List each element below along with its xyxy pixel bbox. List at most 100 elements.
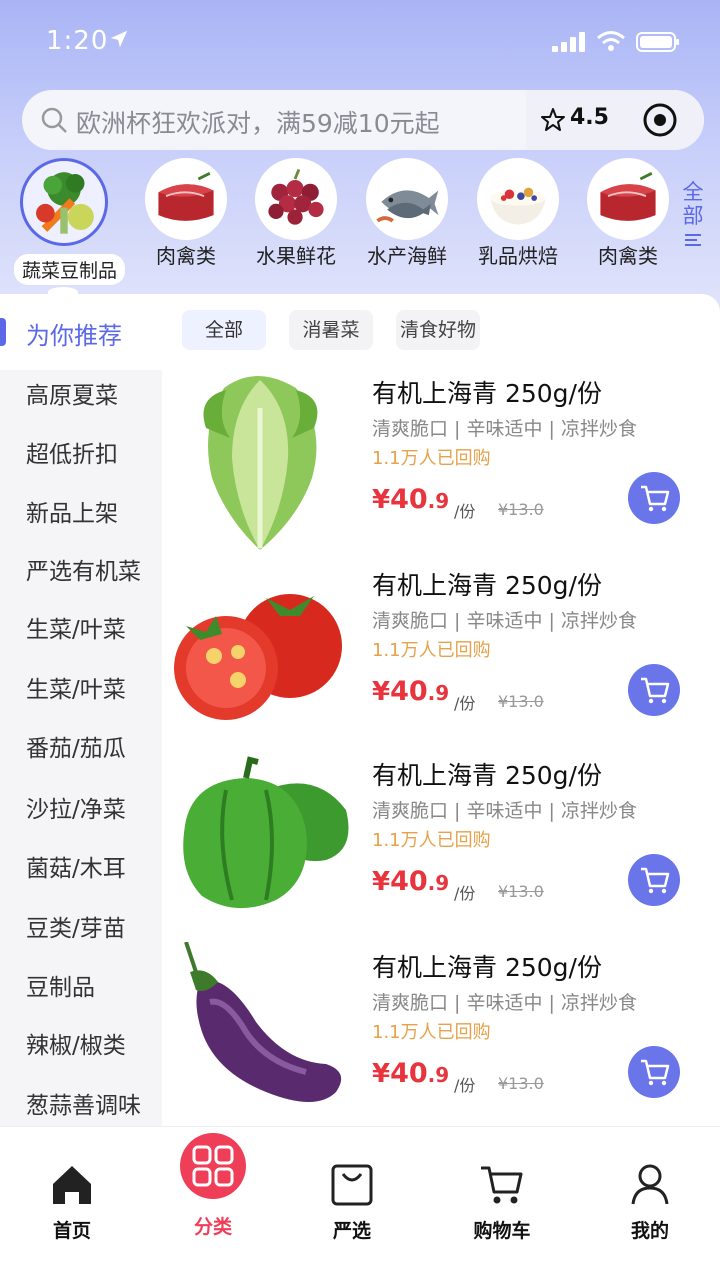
filter-chip-all[interactable]: 全部 (182, 310, 266, 350)
sidebar-item[interactable]: 生菜/叶菜 (26, 610, 126, 644)
sidebar-item[interactable]: 高原夏菜 (26, 376, 118, 410)
record-icon[interactable] (642, 102, 678, 138)
product-card[interactable]: 有机上海青 250g/份 清爽脆口 | 辛味适中 | 凉拌炒食 1.1万人已回购… (162, 560, 720, 750)
tab-cart[interactable]: 购物车 (452, 1162, 552, 1243)
active-indicator (0, 318, 6, 346)
tab-profile[interactable]: 我的 (600, 1162, 700, 1243)
sidebar-item[interactable]: 豆制品 (26, 968, 95, 1002)
category-image (20, 158, 108, 246)
rating-value: 4.5 (570, 105, 609, 130)
cart-icon (641, 677, 670, 704)
sidebar-item-recommend[interactable]: 为你推荐 (0, 294, 162, 370)
tab-label: 严选 (332, 1220, 371, 1242)
tab-category-circle[interactable] (180, 1133, 246, 1199)
search-placeholder[interactable]: 欧洲杯狂欢派对，满59减10元起 (76, 104, 440, 140)
price-currency: ¥ (372, 867, 391, 897)
price-currency: ¥ (372, 1059, 391, 1089)
product-card[interactable]: 有机上海青 250g/份 清爽脆口 | 辛味适中 | 凉拌炒食 1.1万人已回购… (162, 750, 720, 940)
original-price: ¥13.0 (498, 500, 544, 519)
product-card[interactable]: 有机上海青 250g/份 清爽脆口 | 辛味适中 | 凉拌炒食 1.1万人已回购… (162, 368, 720, 558)
category-image (477, 158, 559, 240)
category-label: 水果鲜花 (256, 244, 336, 268)
sidebar-item[interactable]: 生菜/叶菜 (26, 670, 126, 704)
category-image (145, 158, 227, 240)
vegetables-icon (36, 172, 94, 234)
tab-selected[interactable]: 严选 (302, 1162, 402, 1243)
search-icon (41, 107, 67, 133)
yogurt-icon (490, 187, 546, 225)
category-dairy[interactable]: 乳品烘焙 (468, 158, 568, 269)
bag-icon (331, 1164, 373, 1206)
sidebar-item[interactable]: 豆类/芽苗 (26, 909, 126, 943)
price-unit: /份 (454, 1076, 476, 1095)
tab-label: 购物车 (473, 1220, 531, 1242)
green-pepper-image (183, 756, 349, 909)
home-icon (53, 1166, 91, 1204)
user-icon (631, 1164, 669, 1205)
sidebar-item[interactable]: 菌菇/木耳 (26, 849, 126, 883)
tab-label: 首页 (52, 1220, 91, 1242)
price-decimal: .9 (427, 489, 450, 513)
meat-icon (600, 172, 656, 221)
original-price: ¥13.0 (498, 882, 544, 901)
category-meat[interactable]: 肉禽类 (136, 158, 236, 269)
eggplant-image (184, 941, 342, 1102)
category-label: 蔬菜豆制品 (14, 254, 126, 285)
product-sold-count: 1.1万人已回购 (372, 830, 491, 851)
wifi-icon (597, 31, 625, 51)
product-sold-count: 1.1万人已回购 (372, 640, 491, 661)
category-vegetables[interactable]: 蔬菜豆制品 (14, 158, 126, 285)
filter-chip-summer[interactable]: 消暑菜 (289, 310, 373, 350)
sidebar-item[interactable]: 葱蒜善调味 (26, 1086, 141, 1120)
category-seafood[interactable]: 水产海鲜 (357, 158, 457, 269)
star-icon[interactable] (540, 107, 566, 133)
filter-chip-light[interactable]: 清食好物 (396, 310, 480, 350)
grapes-icon (268, 168, 324, 225)
battery-icon (636, 32, 679, 52)
category-label: 肉禽类 (598, 244, 658, 268)
tab-home[interactable]: 首页 (22, 1162, 122, 1243)
add-to-cart-button[interactable] (628, 854, 680, 906)
price-unit: /份 (454, 694, 476, 713)
product-price: ¥40.9 (372, 484, 449, 515)
price-integer: 40 (390, 676, 428, 707)
all-categories-button[interactable]: 全 部 (680, 180, 706, 253)
add-to-cart-button[interactable] (628, 1046, 680, 1098)
product-card[interactable]: 有机上海青 250g/份 清爽脆口 | 辛味适中 | 凉拌炒食 1.1万人已回购… (162, 941, 720, 1132)
sidebar-item[interactable]: 番茄/茄瓜 (26, 729, 126, 763)
original-price: ¥13.0 (498, 1074, 544, 1093)
product-image (166, 368, 354, 558)
status-bar: 1:20 (0, 0, 720, 84)
sidebar-item[interactable]: 沙拉/净菜 (26, 790, 126, 824)
product-description: 清爽脆口 | 辛味适中 | 凉拌炒食 (372, 418, 637, 440)
product-price: ¥40.9 (372, 1058, 449, 1089)
all-categories-label-1: 全 (682, 180, 704, 204)
product-description: 清爽脆口 | 辛味适中 | 凉拌炒食 (372, 800, 637, 822)
product-price: ¥40.9 (372, 866, 449, 897)
tab-label: 分类 (193, 1216, 232, 1238)
category-fruits[interactable]: 水果鲜花 (246, 158, 346, 269)
price-currency: ¥ (372, 677, 391, 707)
sidebar-item[interactable]: 辣椒/椒类 (26, 1026, 126, 1060)
tomato-image (174, 594, 342, 720)
category-image (587, 158, 669, 240)
category-meat-2[interactable]: 肉禽类 (578, 158, 678, 269)
sidebar-item[interactable]: 超低折扣 (26, 435, 118, 469)
sidebar-item[interactable]: 严选有机菜 (26, 552, 141, 586)
add-to-cart-button[interactable] (628, 664, 680, 716)
price-integer: 40 (390, 866, 428, 897)
category-label: 水产海鲜 (367, 244, 447, 268)
category-label: 肉禽类 (156, 244, 216, 268)
product-name: 有机上海青 250g/份 (372, 571, 602, 600)
product-image (166, 560, 354, 750)
price-decimal: .9 (427, 681, 450, 705)
search-bar[interactable]: 欧洲杯狂欢派对，满59减10元起 4.5 (22, 90, 704, 150)
sidebar-item[interactable]: 新品上架 (26, 494, 118, 528)
add-to-cart-button[interactable] (628, 472, 680, 524)
all-categories-label-2: 部 (682, 204, 704, 228)
price-currency: ¥ (372, 485, 391, 515)
category-image (255, 158, 337, 240)
price-decimal: .9 (427, 871, 450, 895)
tab-category[interactable]: 分类 (163, 1208, 263, 1239)
cart-icon (481, 1166, 523, 1204)
